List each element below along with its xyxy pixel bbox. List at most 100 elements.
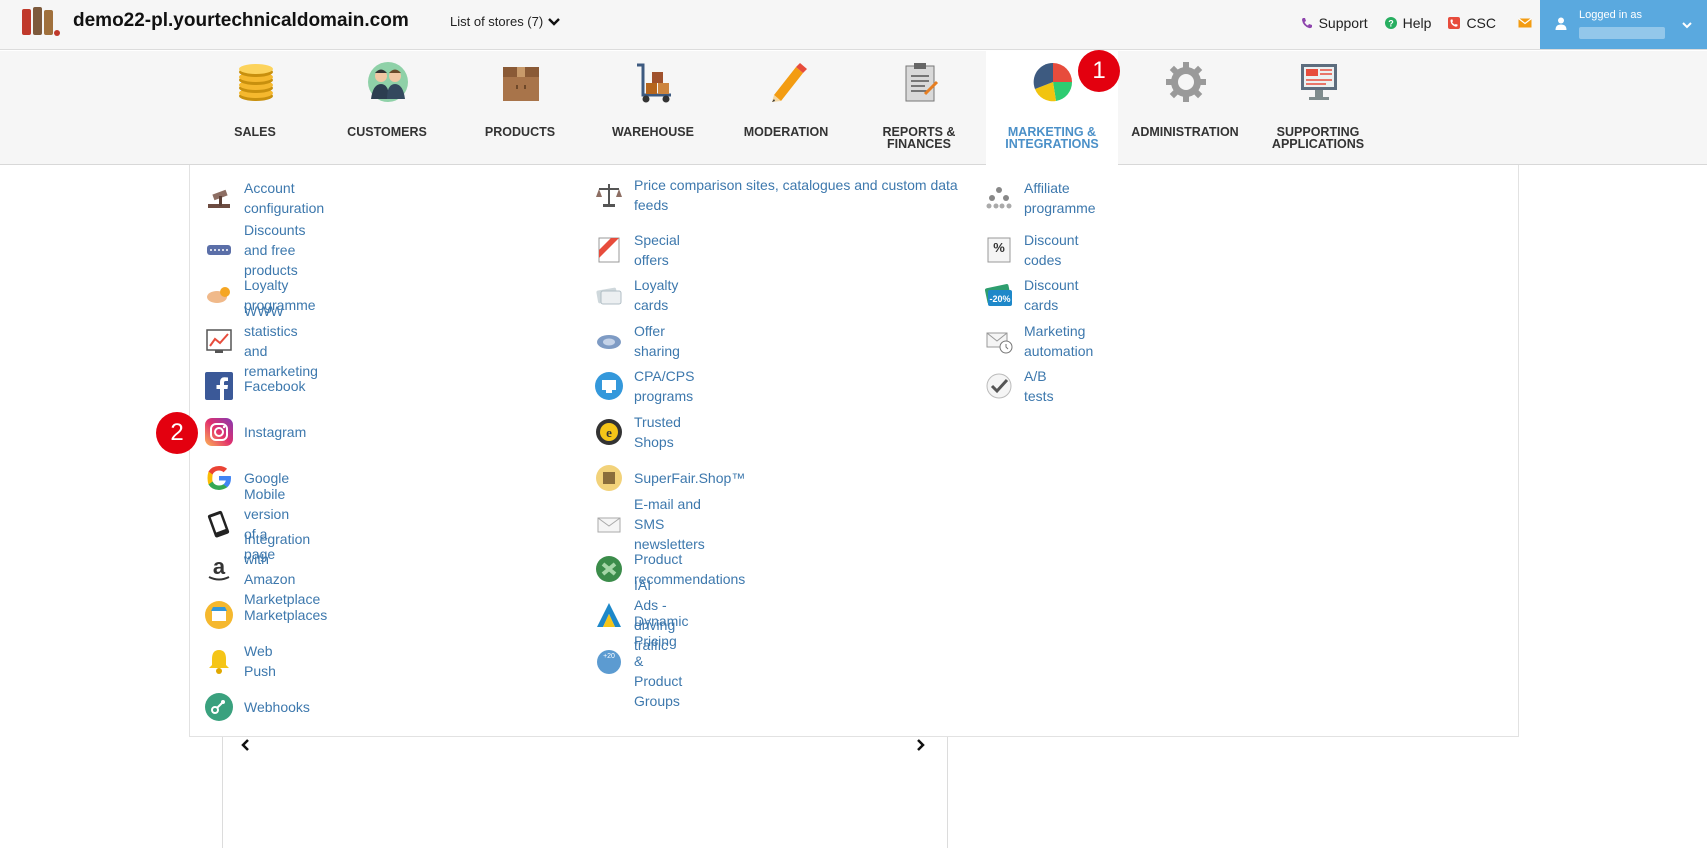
mail-link[interactable] bbox=[1518, 17, 1532, 29]
trusted-shops-icon: e bbox=[596, 419, 622, 445]
top-bar: demo22-pl.yourtechnicaldomain.com List o… bbox=[0, 0, 1707, 50]
menu-item-marketplaces[interactable]: Marketplaces bbox=[204, 600, 327, 630]
clipboard-icon bbox=[905, 63, 939, 102]
module-label: ADMINISTRATION bbox=[1131, 125, 1239, 139]
step-badge: 1 bbox=[1078, 50, 1120, 92]
menu-item-label: E-mail and SMS newsletters bbox=[634, 496, 705, 552]
menu-item-www-statistics[interactable]: WWW statistics and remarketing bbox=[204, 303, 318, 379]
store-list-dropdown[interactable]: List of stores (7) bbox=[450, 14, 561, 29]
superfair-icon bbox=[596, 465, 622, 491]
menu-item-discount-codes[interactable]: % Discount codes bbox=[984, 232, 1078, 268]
cpa-icon bbox=[595, 372, 623, 400]
menu-item-label: Offer sharing bbox=[634, 323, 680, 359]
svg-text:a: a bbox=[213, 555, 226, 579]
menu-item-label: Instagram bbox=[244, 424, 307, 440]
instagram-icon bbox=[205, 418, 233, 446]
csc-link[interactable]: CSC bbox=[1448, 15, 1496, 31]
menu-item-label: Marketing automation bbox=[1024, 323, 1094, 359]
menu-item-account-configuration[interactable]: Account configuration bbox=[204, 180, 324, 216]
menu-item-trusted-shops[interactable]: e Trusted Shops bbox=[594, 414, 681, 450]
menu-item-label: SuperFair.Shop™ bbox=[634, 470, 746, 486]
recommendation-icon bbox=[596, 556, 622, 582]
phone-icon bbox=[1301, 18, 1312, 29]
bell-icon bbox=[209, 650, 229, 674]
box-icon bbox=[503, 67, 539, 101]
menu-item-label: Discount cards bbox=[1024, 277, 1079, 313]
background-content-box bbox=[222, 737, 948, 848]
module-reports[interactable]: REPORTS & FINANCES bbox=[853, 51, 985, 165]
marketplace-icon bbox=[205, 601, 233, 629]
menu-item-label: Dynamic Pricing & Product Groups bbox=[634, 613, 689, 709]
user-menu[interactable]: Logged in as bbox=[1540, 0, 1707, 49]
svg-text:e: e bbox=[606, 425, 612, 440]
user-icon bbox=[1555, 17, 1567, 30]
module-moderation[interactable]: MODERATION bbox=[720, 51, 852, 165]
menu-item-label: CPA/CPS programs bbox=[634, 368, 695, 404]
menu-item-label: Marketplaces bbox=[244, 607, 328, 623]
menu-item-cpa-cps[interactable]: CPA/CPS programs bbox=[594, 368, 694, 404]
facebook-icon bbox=[205, 372, 233, 400]
module-supporting-applications[interactable]: SUPPORTING APPLICATIONS bbox=[1252, 51, 1384, 165]
menu-item-marketing-automation[interactable]: Marketing automation bbox=[984, 323, 1093, 359]
discount-card-icon: -20% bbox=[985, 284, 1012, 306]
menu-item-loyalty-cards[interactable]: Loyalty cards bbox=[594, 277, 678, 313]
step-badge: 2 bbox=[156, 412, 198, 454]
top-links: Support ? Help CSC bbox=[1284, 15, 1532, 31]
menu-item-discounts-free-products[interactable]: Discounts and free products bbox=[204, 222, 305, 278]
logo-icon[interactable] bbox=[20, 5, 62, 39]
menu-item-label: Affiliate programme bbox=[1024, 180, 1096, 216]
menu-item-price-comparison[interactable]: Price comparison sites, catalogues and c… bbox=[594, 175, 964, 215]
chevron-right-icon[interactable] bbox=[914, 738, 926, 752]
module-customers[interactable]: CUSTOMERS bbox=[321, 51, 453, 165]
gear-icon bbox=[1166, 62, 1206, 102]
menu-item-dynamic-pricing[interactable]: +20 Dynamic Pricing & Product Groups bbox=[594, 613, 688, 709]
menu-item-label: Web Push bbox=[244, 643, 276, 679]
module-label: SUPPORTING APPLICATIONS bbox=[1271, 125, 1365, 151]
help-label: Help bbox=[1402, 15, 1432, 31]
scales-icon bbox=[596, 184, 622, 207]
menu-item-amazon[interactable]: a Integration with Amazon Marketplace bbox=[204, 531, 320, 607]
store-domain[interactable]: demo22-pl.yourtechnicaldomain.com bbox=[73, 10, 409, 32]
menu-item-webhooks[interactable]: Webhooks bbox=[204, 692, 310, 722]
menu-item-affiliate-programme[interactable]: Affiliate programme bbox=[984, 180, 1096, 216]
module-nav: SALES CUSTOMERS PRODUCTS WAREHOUSE MODER… bbox=[0, 51, 1707, 166]
menu-item-instagram[interactable]: Instagram bbox=[204, 417, 306, 447]
module-products[interactable]: PRODUCTS bbox=[454, 51, 586, 165]
google-icon bbox=[207, 466, 231, 490]
module-label: CUSTOMERS bbox=[347, 125, 427, 139]
csc-label: CSC bbox=[1466, 15, 1496, 31]
chevron-down-icon bbox=[1682, 22, 1692, 29]
support-link[interactable]: Support bbox=[1301, 15, 1368, 31]
module-administration[interactable]: ADMINISTRATION bbox=[1119, 51, 1251, 165]
svg-text:-20%: -20% bbox=[989, 294, 1010, 304]
stats-icon bbox=[206, 329, 232, 353]
menu-item-label: Facebook bbox=[244, 378, 306, 394]
menu-item-special-offers[interactable]: Special offers bbox=[594, 232, 680, 268]
module-sales[interactable]: SALES bbox=[189, 51, 321, 165]
svg-text:+20: +20 bbox=[603, 653, 615, 660]
menu-item-discount-cards[interactable]: -20% Discount cards bbox=[984, 277, 1078, 313]
chevron-left-icon[interactable] bbox=[240, 738, 252, 752]
module-warehouse[interactable]: WAREHOUSE bbox=[587, 51, 719, 165]
discount-icon bbox=[207, 245, 231, 255]
help-link[interactable]: ? Help bbox=[1384, 15, 1432, 31]
module-label: REPORTS & FINANCES bbox=[882, 125, 956, 151]
newsletter-icon bbox=[597, 517, 621, 533]
menu-item-offer-sharing[interactable]: Offer sharing bbox=[594, 323, 680, 359]
svg-text:?: ? bbox=[1388, 19, 1394, 29]
menu-item-facebook[interactable]: Facebook bbox=[204, 371, 305, 401]
gavel-icon bbox=[208, 189, 230, 208]
phone-box-icon bbox=[1448, 17, 1461, 29]
menu-item-superfair[interactable]: SuperFair.Shop™ bbox=[594, 463, 745, 493]
chevron-down-icon bbox=[548, 17, 561, 26]
menu-item-label: A/B tests bbox=[1024, 368, 1054, 404]
ads-icon bbox=[597, 603, 621, 627]
menu-item-web-push[interactable]: Web Push bbox=[204, 643, 276, 679]
affiliate-icon bbox=[986, 187, 1012, 209]
menu-item-label: Trusted Shops bbox=[634, 414, 681, 450]
menu-item-newsletters[interactable]: E-mail and SMS newsletters bbox=[594, 496, 705, 552]
amazon-icon: a bbox=[208, 555, 230, 581]
logged-in-label: Logged in as bbox=[1579, 9, 1642, 21]
menu-item-ab-tests[interactable]: A/B tests bbox=[984, 368, 1054, 404]
ab-test-icon bbox=[986, 373, 1012, 399]
